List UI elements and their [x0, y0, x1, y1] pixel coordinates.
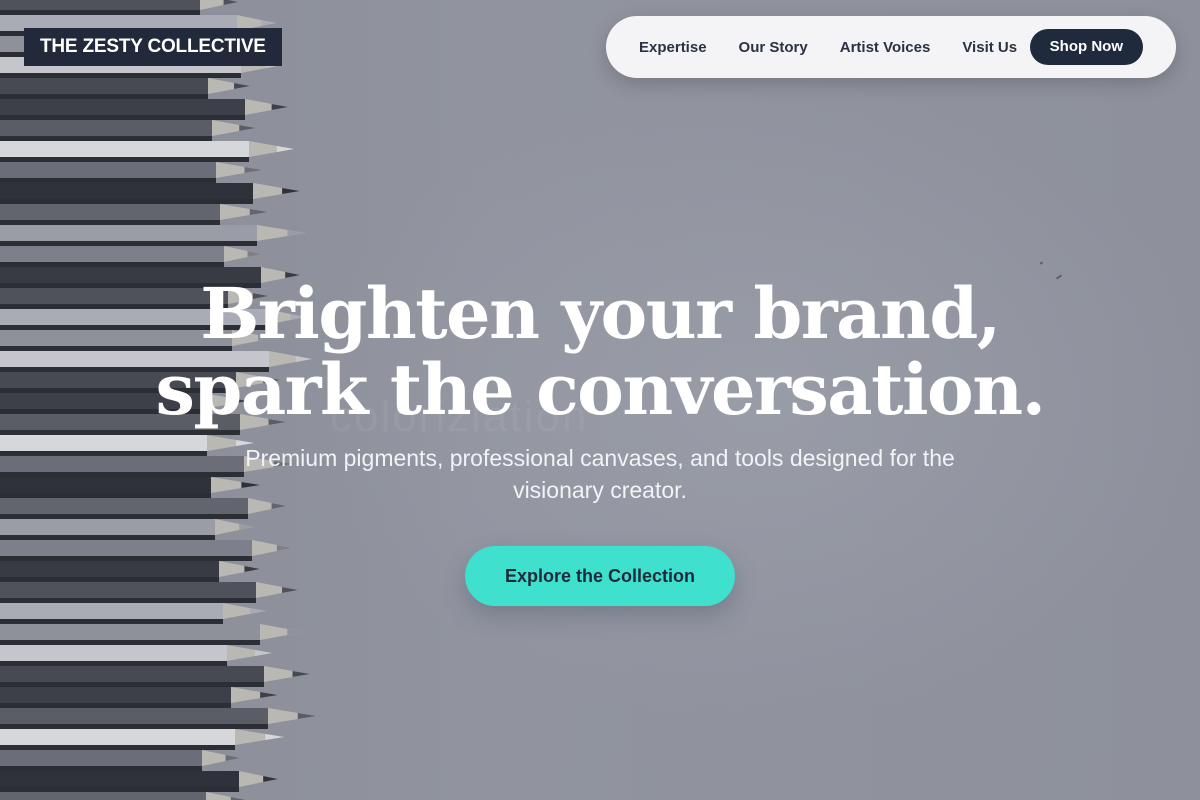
nav-link-visit-us[interactable]: Visit Us: [962, 39, 1017, 56]
background-speck: [1039, 261, 1044, 265]
hero-subtitle: Premium pigments, professional canvases,…: [245, 445, 955, 503]
nav-link-expertise[interactable]: Expertise: [639, 39, 707, 56]
explore-collection-button[interactable]: Explore the Collection: [465, 546, 735, 606]
shop-now-button[interactable]: Shop Now: [1029, 29, 1143, 65]
hero-title-line-2: spark the conversation.: [155, 348, 1046, 431]
brand-logo[interactable]: THE ZESTY COLLECTIVE: [24, 28, 282, 66]
hero-title-line-1: Brighten your brand,: [200, 272, 1001, 355]
nav-link-our-story[interactable]: Our Story: [739, 39, 808, 56]
nav-link-artist-voices[interactable]: Artist Voices: [840, 39, 931, 56]
main-nav: Expertise Our Story Artist Voices Visit …: [606, 16, 1176, 78]
hero-title: Brighten your brand, spark the conversat…: [100, 276, 1100, 428]
